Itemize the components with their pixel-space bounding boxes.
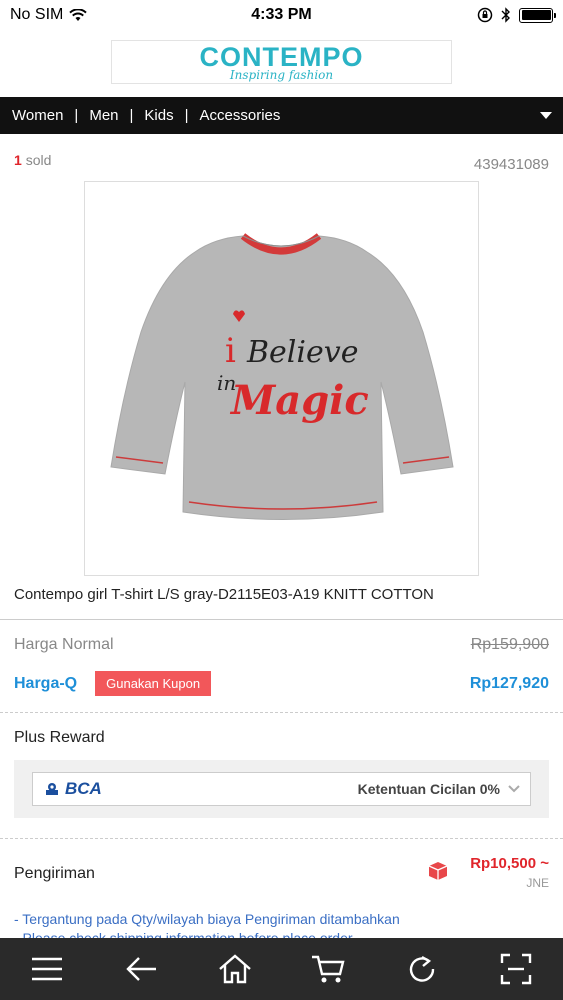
nav-separator: | bbox=[184, 107, 189, 124]
back-arrow-icon bbox=[126, 957, 156, 981]
q-price-value: Rp127,920 bbox=[469, 674, 549, 692]
normal-price-row: Harga Normal Rp159,900 bbox=[14, 636, 549, 654]
divider bbox=[0, 838, 563, 839]
bluetooth-icon bbox=[501, 7, 510, 23]
product-title: Contempo girl T-shirt L/S gray-D2115E03-… bbox=[14, 586, 434, 603]
shipping-price: Rp10,500 ~ bbox=[470, 855, 549, 872]
refresh-button[interactable] bbox=[400, 947, 444, 991]
cart-button[interactable] bbox=[306, 947, 350, 991]
nav-item-women[interactable]: Women bbox=[12, 107, 63, 124]
brand-tagline: Inspiring fashion bbox=[229, 68, 334, 82]
product-sku: 439431089 bbox=[473, 156, 549, 173]
q-price-label: Harga-Q bbox=[14, 674, 78, 692]
browser-toolbar bbox=[0, 938, 563, 1000]
divider bbox=[0, 619, 563, 620]
shirt-print-magic: Magic bbox=[229, 377, 369, 424]
cart-icon bbox=[312, 955, 345, 983]
brand-logo[interactable]: CONTEMPO Inspiring fashion bbox=[111, 40, 452, 84]
nav-item-accessories[interactable]: Accessories bbox=[200, 107, 281, 124]
installment-label: Ketentuan Cicilan 0% bbox=[357, 781, 500, 797]
menu-icon bbox=[31, 957, 62, 981]
nav-dropdown-icon[interactable] bbox=[540, 112, 552, 119]
divider bbox=[0, 712, 563, 713]
fullscreen-icon bbox=[500, 953, 532, 985]
chevron-down-icon bbox=[508, 785, 520, 793]
installment-dropdown[interactable]: BCA Ketentuan Cicilan 0% bbox=[32, 772, 531, 806]
sold-count: 1 sold bbox=[14, 152, 51, 168]
shipping-label: Pengiriman bbox=[14, 865, 95, 882]
refresh-icon bbox=[410, 955, 435, 982]
nav-item-kids[interactable]: Kids bbox=[144, 107, 173, 124]
status-bar: No SIM 4:33 PM bbox=[0, 0, 563, 30]
bca-logo: BCA bbox=[43, 779, 102, 799]
normal-price-label: Harga Normal bbox=[14, 636, 114, 653]
use-coupon-button[interactable]: Gunakan Kupon bbox=[95, 671, 212, 696]
back-button[interactable] bbox=[119, 947, 163, 991]
q-price-row: Harga-Q Gunakan Kupon Rp127,920 bbox=[14, 671, 549, 696]
shipping-note: - Tergantung pada Qty/wilayah biaya Peng… bbox=[14, 911, 400, 927]
fullscreen-button[interactable] bbox=[494, 947, 538, 991]
battery-icon bbox=[519, 7, 556, 23]
bank-name: BCA bbox=[65, 779, 102, 798]
bca-logo-icon bbox=[46, 783, 58, 795]
rotation-lock-icon bbox=[477, 7, 493, 23]
shipping-courier: JNE bbox=[526, 876, 549, 890]
brand-name: CONTEMPO bbox=[199, 42, 364, 72]
package-icon bbox=[428, 862, 448, 880]
nav-separator: | bbox=[74, 107, 79, 124]
sold-number: 1 bbox=[14, 152, 22, 168]
nav-separator: | bbox=[129, 107, 134, 124]
nav-item-men[interactable]: Men bbox=[89, 107, 118, 124]
product-image[interactable]: i Believe in Magic bbox=[84, 181, 479, 576]
shirt-print-believe: Believe bbox=[246, 335, 358, 370]
home-button[interactable] bbox=[213, 947, 257, 991]
carrier-label: No SIM bbox=[10, 6, 64, 23]
home-icon bbox=[218, 954, 251, 984]
reward-panel: BCA Ketentuan Cicilan 0% bbox=[14, 760, 549, 818]
tshirt-image: i Believe in Magic bbox=[110, 233, 454, 520]
plus-reward-label: Plus Reward bbox=[14, 729, 105, 746]
menu-button[interactable] bbox=[25, 947, 69, 991]
normal-price-value: Rp159,900 bbox=[470, 636, 549, 653]
wifi-icon bbox=[69, 8, 88, 21]
category-nav: Women | Men | Kids | Accessories bbox=[0, 97, 563, 134]
sold-label: sold bbox=[25, 152, 52, 168]
shirt-print-i: i bbox=[225, 331, 236, 371]
